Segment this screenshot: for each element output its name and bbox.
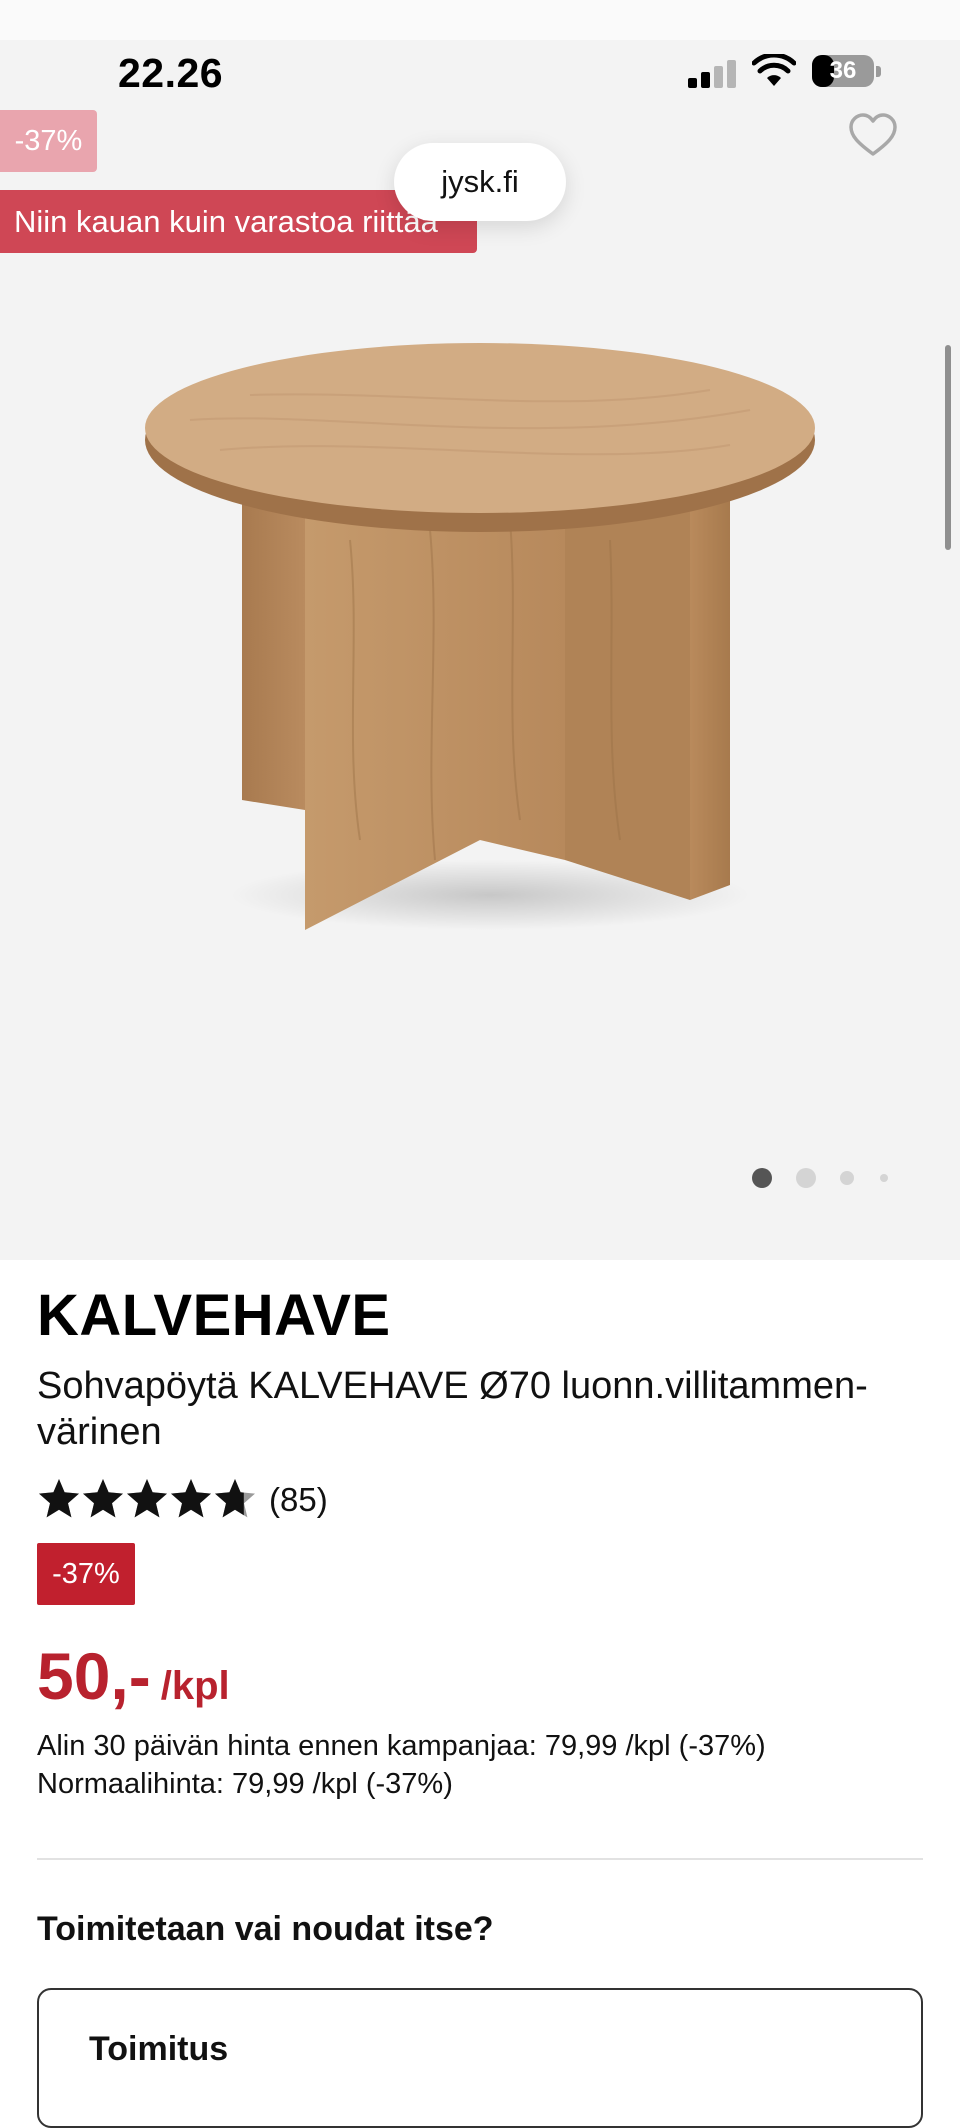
product-gallery[interactable]: 22.26 36 -37% Niin kauan kuin varastoa r… xyxy=(0,0,960,1260)
page-top-strip xyxy=(0,0,960,40)
normal-price-note: Normaalihinta: 79,99 /kpl (-37%) xyxy=(37,1768,453,1800)
price-row: 50,-/kpl xyxy=(37,1638,230,1718)
lowest-price-note: Alin 30 päivän hinta ennen kampanjaa: 79… xyxy=(37,1730,766,1762)
divider xyxy=(37,1858,923,1860)
delivery-option[interactable]: Toimitus xyxy=(37,1988,923,2128)
battery-level: 36 xyxy=(829,57,857,84)
status-time: 22.26 xyxy=(118,50,224,96)
discount-badge: -37% xyxy=(37,1543,135,1605)
battery-nub xyxy=(876,66,881,77)
product-brand: KALVEHAVE xyxy=(37,1283,391,1348)
delivery-option-label: Toimitus xyxy=(89,2030,229,2068)
delivery-heading: Toimitetaan vai noudat itse? xyxy=(37,1910,494,1948)
star-icon xyxy=(83,1479,123,1518)
url-pill[interactable]: jysk.fi xyxy=(394,143,566,221)
price-unit: /kpl xyxy=(160,1664,230,1708)
wifi-icon xyxy=(752,54,796,86)
scrollbar[interactable] xyxy=(945,345,951,550)
status-bar: 22.26 36 xyxy=(0,40,960,100)
star-icon xyxy=(215,1479,255,1518)
review-count[interactable]: (85) xyxy=(269,1481,328,1519)
pagination-dot[interactable] xyxy=(752,1168,772,1188)
pagination-dot[interactable] xyxy=(880,1174,888,1182)
product-title: Sohvapöytä KALVEHAVE Ø70 luonn.villitamm… xyxy=(37,1365,868,1453)
pagination-dot[interactable] xyxy=(796,1168,816,1188)
battery-icon: 36 xyxy=(812,55,874,87)
gallery-pagination[interactable] xyxy=(752,1168,902,1190)
star-icon xyxy=(127,1479,167,1518)
heart-icon[interactable] xyxy=(848,112,898,158)
rating[interactable]: (85) xyxy=(37,1477,437,1527)
star-icon xyxy=(171,1479,211,1518)
signal-icon xyxy=(688,58,738,88)
pagination-dot[interactable] xyxy=(840,1171,854,1185)
product-image[interactable] xyxy=(130,340,830,940)
star-icon xyxy=(39,1479,79,1518)
gallery-discount-badge: -37% xyxy=(0,110,97,172)
price: 50,- xyxy=(37,1639,151,1713)
